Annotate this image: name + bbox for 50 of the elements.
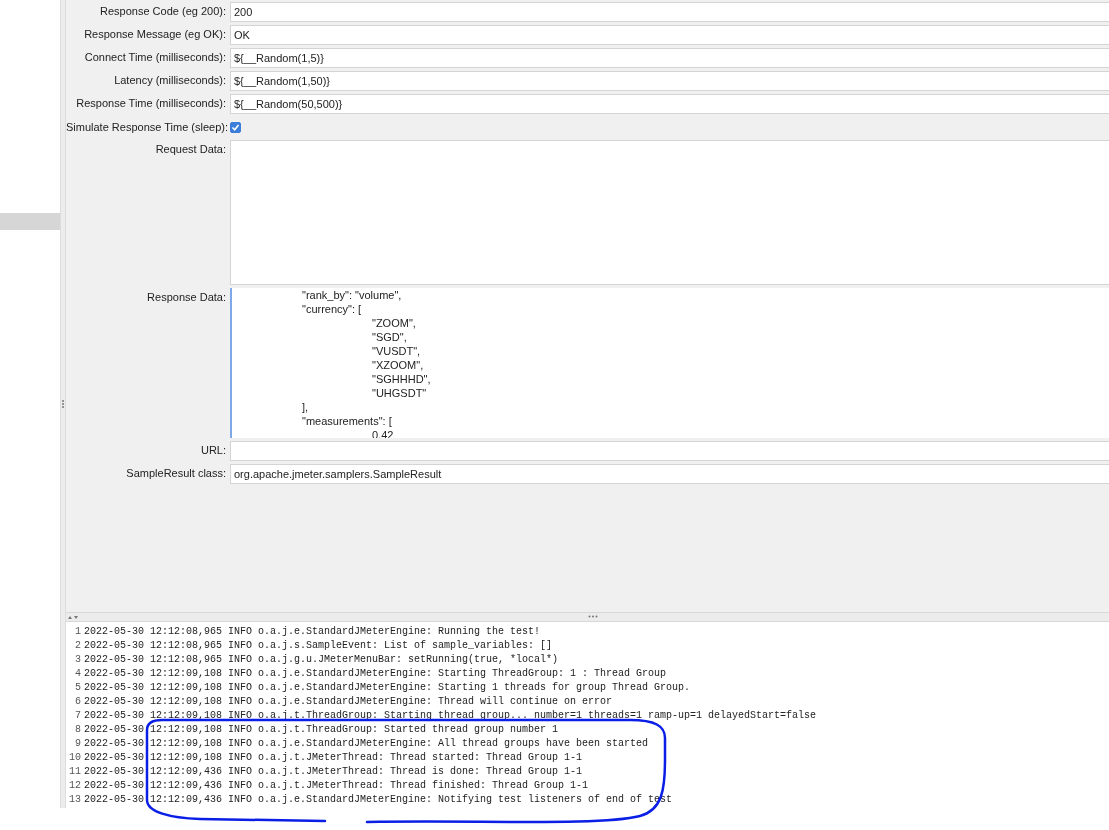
log-line: 2022-05-30 12:12:08,965 INFO o.a.j.e.StandardJMeterEngine: Running the test! bbox=[84, 625, 541, 639]
input-field[interactable]: org.apache.jmeter.samplers.SampleResult bbox=[230, 464, 1109, 484]
field-label: Response Message (eg OK): bbox=[83, 27, 226, 40]
line-number: 7 bbox=[74, 709, 82, 723]
log-line: 2022-05-30 12:12:09,108 INFO o.a.j.t.ThreadGroup: Starting thread group... number=1 threads=1 ramp-up=1 delayedStart=false bbox=[84, 709, 817, 723]
field-label: Response Time (milliseconds): bbox=[75, 96, 226, 109]
log-line: 2022-05-30 12:12:09,108 INFO o.a.j.e.StandardJMeterEngine: Thread will continue on error bbox=[84, 695, 613, 709]
line-number: 10 bbox=[68, 751, 82, 765]
log-line: 2022-05-30 12:12:08,965 INFO o.a.j.g.u.JMeterMenuBar: setRunning(true, *local*) bbox=[84, 653, 559, 667]
field-label: URL: bbox=[199, 443, 226, 456]
line-number: 13 bbox=[68, 793, 82, 807]
text-area[interactable] bbox=[230, 140, 1109, 285]
line-number: 4 bbox=[74, 667, 82, 681]
field-label: Latency (milliseconds): bbox=[113, 73, 226, 86]
input-field[interactable]: OK bbox=[230, 25, 1109, 45]
field-label: Response Data: bbox=[146, 290, 226, 303]
log-line: 2022-05-30 12:12:09,108 INFO o.a.j.t.ThreadGroup: Started thread group number 1 bbox=[84, 723, 559, 737]
line-number: 9 bbox=[74, 737, 82, 751]
log-line: 2022-05-30 12:12:09,436 INFO o.a.j.t.JMeterThread: Thread is done: Thread Group 1-1 bbox=[84, 765, 583, 779]
grip-icon bbox=[587, 615, 598, 618]
field-label: Request Data: bbox=[154, 142, 226, 155]
line-number: 3 bbox=[74, 653, 82, 667]
line-number: 11 bbox=[68, 765, 82, 779]
line-number: 1 bbox=[74, 625, 82, 639]
line-number: 5 bbox=[74, 681, 82, 695]
input-field[interactable]: ${__Random(1,5)} bbox=[230, 48, 1109, 68]
tree-selection-row[interactable] bbox=[0, 213, 60, 230]
input-field[interactable]: 200 bbox=[230, 2, 1109, 22]
field-label: Connect Time (milliseconds): bbox=[83, 50, 226, 63]
input-field[interactable] bbox=[230, 441, 1109, 461]
input-field[interactable]: ${__Random(50,500)} bbox=[230, 94, 1109, 114]
log-line: 2022-05-30 12:12:09,108 INFO o.a.j.t.JMeterThread: Thread started: Thread Group 1-1 bbox=[84, 751, 583, 765]
log-line: 2022-05-30 12:12:09,436 INFO o.a.j.t.JMeterThread: Thread finished: Thread Group 1-1 bbox=[84, 779, 589, 793]
line-number: 8 bbox=[74, 723, 82, 737]
collapse-arrows-icon bbox=[68, 614, 80, 620]
field-label: Response Code (eg 200): bbox=[99, 4, 226, 17]
checkbox[interactable] bbox=[230, 121, 241, 133]
log-line: 2022-05-30 12:12:09,108 INFO o.a.j.e.StandardJMeterEngine: Starting 1 threads for group Thread Group. bbox=[84, 681, 691, 695]
line-number: 2 bbox=[74, 639, 82, 653]
field-label: SampleResult class: bbox=[125, 466, 226, 479]
line-number: 6 bbox=[74, 695, 82, 709]
panel-splitter[interactable] bbox=[60, 0, 66, 808]
field-label: Simulate Response Time (sleep): bbox=[66, 121, 226, 133]
input-field[interactable]: ${__Random(1,50)} bbox=[230, 71, 1109, 91]
log-line: 2022-05-30 12:12:09,108 INFO o.a.j.e.StandardJMeterEngine: All thread groups have been started bbox=[84, 737, 649, 751]
log-line: 2022-05-30 12:12:08,965 INFO o.a.j.s.SampleEvent: List of sample_variables: [] bbox=[84, 639, 553, 653]
log-line: 2022-05-30 12:12:09,108 INFO o.a.j.e.StandardJMeterEngine: Starting ThreadGroup: 1 : Thread Group bbox=[84, 667, 667, 681]
log-splitter[interactable] bbox=[66, 612, 1109, 622]
grip-icon bbox=[61, 399, 65, 409]
line-number: 12 bbox=[68, 779, 82, 793]
